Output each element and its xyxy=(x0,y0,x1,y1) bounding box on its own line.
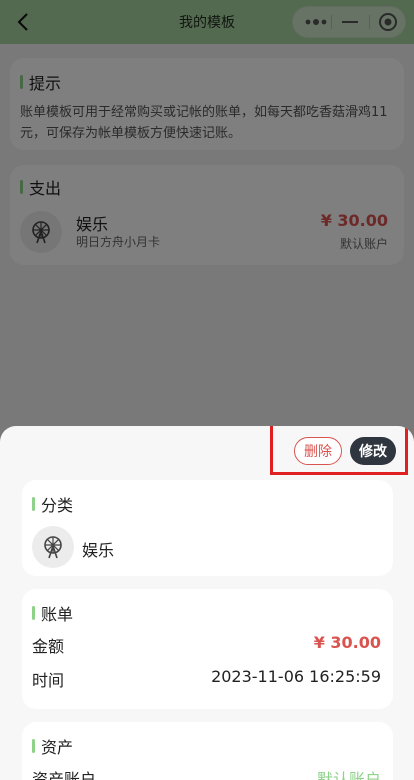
section-marker xyxy=(32,606,35,620)
ferris-wheel-icon xyxy=(32,526,74,568)
asset-card: 资产 资产账户 默认账户 xyxy=(22,722,393,780)
category-title: 分类 xyxy=(41,496,74,515)
time-row[interactable]: 时间 2023-11-06 16:25:59 xyxy=(32,659,383,693)
asset-account-row[interactable]: 资产账户 默认账户 xyxy=(32,758,383,780)
bill-card: 账单 金额 ¥ 30.00 时间 2023-11-06 16:25:59 xyxy=(22,589,393,709)
category-row[interactable]: 娱乐 xyxy=(32,526,383,570)
asset-account-label: 资产账户 xyxy=(32,770,97,780)
amount-row[interactable]: 金额 ¥ 30.00 xyxy=(32,625,383,659)
amount-label: 金额 xyxy=(32,637,65,656)
asset-title: 资产 xyxy=(41,738,74,757)
highlight-box xyxy=(270,426,408,475)
category-name: 娱乐 xyxy=(82,541,115,560)
bill-title: 账单 xyxy=(41,605,74,624)
bottom-sheet: 删除 修改 分类 娱乐 账单 金额 ¥ 30.00 时间 2023-11-06 … xyxy=(0,426,414,780)
category-header: 分类 xyxy=(32,492,383,516)
category-card: 分类 娱乐 xyxy=(22,480,393,576)
amount-value: ¥ 30.00 xyxy=(313,633,381,652)
time-value: 2023-11-06 16:25:59 xyxy=(211,667,381,686)
bill-header: 账单 xyxy=(32,601,383,625)
section-marker xyxy=(32,497,35,511)
time-label: 时间 xyxy=(32,671,65,690)
asset-header: 资产 xyxy=(32,734,383,758)
asset-account-value: 默认账户 xyxy=(316,770,381,780)
section-marker xyxy=(32,739,35,753)
